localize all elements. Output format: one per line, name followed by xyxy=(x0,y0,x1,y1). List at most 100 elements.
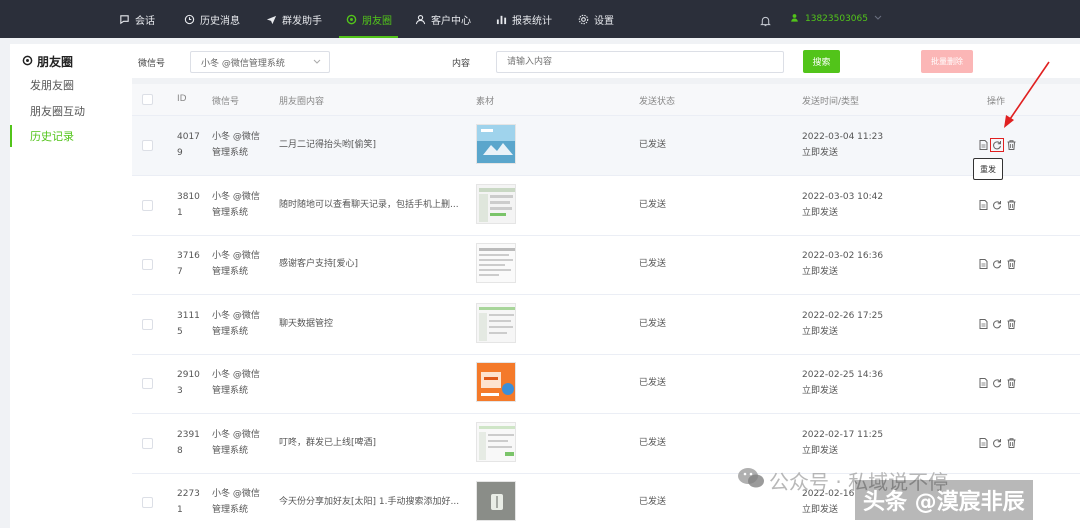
content-label: 内容 xyxy=(452,59,471,69)
row-time: 2022-02-17 11:25 立即发送 xyxy=(802,427,883,459)
delete-icon[interactable] xyxy=(1006,140,1016,150)
row-checkbox[interactable] xyxy=(142,259,153,270)
row-checkbox[interactable] xyxy=(142,438,153,449)
row-checkbox[interactable] xyxy=(142,319,153,330)
table-row: 31115 小冬 @微信管理系统 聊天数据管控 已发送 2022-02-26 1… xyxy=(132,295,1080,355)
row-status: 已发送 xyxy=(639,200,667,210)
user-menu[interactable]: 13823503065 xyxy=(790,0,882,38)
material-thumbnail[interactable] xyxy=(476,481,516,521)
resend-icon[interactable] xyxy=(992,200,1002,210)
row-content: 二月二记得抬头哟[偷笑] xyxy=(279,140,377,150)
nav-item-broadcast[interactable]: 群发助手 xyxy=(265,0,322,38)
row-status: 已发送 xyxy=(639,497,667,507)
header-id: ID xyxy=(177,94,187,104)
row-actions xyxy=(978,259,1016,269)
row-status: 已发送 xyxy=(639,140,667,150)
resend-icon[interactable] xyxy=(990,138,1004,152)
detail-icon[interactable] xyxy=(978,378,988,388)
row-actions xyxy=(978,319,1016,329)
material-thumbnail[interactable] xyxy=(476,184,516,224)
resend-icon[interactable] xyxy=(992,378,1002,388)
row-id: 22731 xyxy=(177,489,200,515)
row-content: 叮咚，群发已上线[啤酒] xyxy=(279,438,377,448)
header-material: 素材 xyxy=(476,97,495,107)
nav-item-customers[interactable]: 客户中心 xyxy=(414,0,471,38)
material-thumbnail[interactable] xyxy=(476,303,516,343)
search-button[interactable]: 搜索 xyxy=(803,50,840,73)
header-status: 发送状态 xyxy=(639,97,676,107)
resend-icon[interactable] xyxy=(992,438,1002,448)
user-icon xyxy=(790,13,799,25)
sidebar-item-interaction[interactable]: 朋友圈互动 xyxy=(10,100,132,122)
content-input[interactable] xyxy=(496,51,784,73)
nav-item-moments[interactable]: 朋友圈 xyxy=(339,0,398,38)
delete-icon[interactable] xyxy=(1006,378,1016,388)
clock-icon xyxy=(183,13,195,25)
row-time: 2022-02-26 17:25 立即发送 xyxy=(802,308,883,340)
nav-item-history[interactable]: 历史消息 xyxy=(183,0,240,38)
row-time-value: 2022-03-04 11:23 xyxy=(802,132,884,142)
row-checkbox[interactable] xyxy=(142,378,153,389)
row-status: 已发送 xyxy=(639,438,667,448)
detail-icon[interactable] xyxy=(978,319,988,329)
sidebar-item-label: 朋友圈互动 xyxy=(30,105,85,118)
row-send-type: 立即发送 xyxy=(802,148,839,158)
header-wechat: 微信号 xyxy=(212,97,240,107)
sidebar-title: 朋友圈 xyxy=(22,53,73,70)
resend-icon[interactable] xyxy=(992,319,1002,329)
nav-item-chat[interactable]: 会话 xyxy=(118,0,155,38)
row-wechat: 小冬 @微信管理系统 xyxy=(212,489,260,515)
row-time-value: 2022-03-03 10:42 xyxy=(802,192,884,202)
row-send-type: 立即发送 xyxy=(802,505,839,515)
bar-chart-icon xyxy=(495,13,507,25)
row-time-value: 2022-02-26 17:25 xyxy=(802,311,884,321)
nav-item-settings[interactable]: 设置 xyxy=(577,0,614,38)
user-icon xyxy=(414,13,426,25)
delete-icon[interactable] xyxy=(1006,200,1016,210)
row-id: 29103 xyxy=(177,370,200,396)
delete-icon[interactable] xyxy=(1006,259,1016,269)
row-checkbox[interactable] xyxy=(142,497,153,508)
sidebar-item-history[interactable]: 历史记录 xyxy=(10,125,132,147)
row-time-value: 2022-02-17 11:25 xyxy=(802,430,884,440)
nav-item-label: 客户中心 xyxy=(431,15,471,27)
sidebar-title-text: 朋友圈 xyxy=(37,55,74,69)
row-time-value: 2022-03-02 16:36 xyxy=(802,251,884,261)
batch-delete-button[interactable]: 批量删除 xyxy=(921,50,973,73)
header-time: 发送时间/类型 xyxy=(802,97,860,107)
delete-icon[interactable] xyxy=(1006,319,1016,329)
detail-icon[interactable] xyxy=(978,200,988,210)
resend-icon[interactable] xyxy=(992,259,1002,269)
wechat-select-value: 小冬 @微信管理系统 xyxy=(201,58,285,69)
detail-icon[interactable] xyxy=(978,259,988,269)
row-id: 23918 xyxy=(177,430,200,456)
wechat-select[interactable]: 小冬 @微信管理系统 xyxy=(190,51,330,73)
row-send-type: 立即发送 xyxy=(802,386,839,396)
row-checkbox[interactable] xyxy=(142,200,153,211)
detail-icon[interactable] xyxy=(978,438,988,448)
nav-item-label: 会话 xyxy=(135,15,155,27)
sidebar-item-label: 发朋友圈 xyxy=(30,79,74,92)
row-content: 今天份分享加好友[太阳] 1.手动搜索添加好... xyxy=(279,497,460,507)
send-icon xyxy=(265,13,277,25)
sidebar-item-post[interactable]: 发朋友圈 xyxy=(10,74,132,96)
row-status: 已发送 xyxy=(639,259,667,269)
row-wechat: 小冬 @微信管理系统 xyxy=(212,370,260,396)
nav-item-reports[interactable]: 报表统计 xyxy=(495,0,552,38)
bell-icon[interactable] xyxy=(760,12,771,31)
nav-item-label: 历史消息 xyxy=(200,15,240,27)
row-content: 感谢客户支持[爱心] xyxy=(279,259,359,269)
delete-icon[interactable] xyxy=(1006,438,1016,448)
material-thumbnail[interactable] xyxy=(476,362,516,402)
select-all-checkbox[interactable] xyxy=(142,94,153,105)
row-actions xyxy=(978,200,1016,210)
table-row: 40179 小冬 @微信管理系统 二月二记得抬头哟[偷笑] 已发送 2022-0… xyxy=(132,116,1080,176)
header-content: 朋友圈内容 xyxy=(279,97,325,107)
material-thumbnail[interactable] xyxy=(476,422,516,462)
material-thumbnail[interactable] xyxy=(476,124,516,164)
detail-icon[interactable] xyxy=(978,140,988,150)
material-thumbnail[interactable] xyxy=(476,243,516,283)
row-checkbox[interactable] xyxy=(142,140,153,151)
row-status: 已发送 xyxy=(639,378,667,388)
watermark-toutiao: 头条 @漠宸非辰 xyxy=(855,480,1033,520)
